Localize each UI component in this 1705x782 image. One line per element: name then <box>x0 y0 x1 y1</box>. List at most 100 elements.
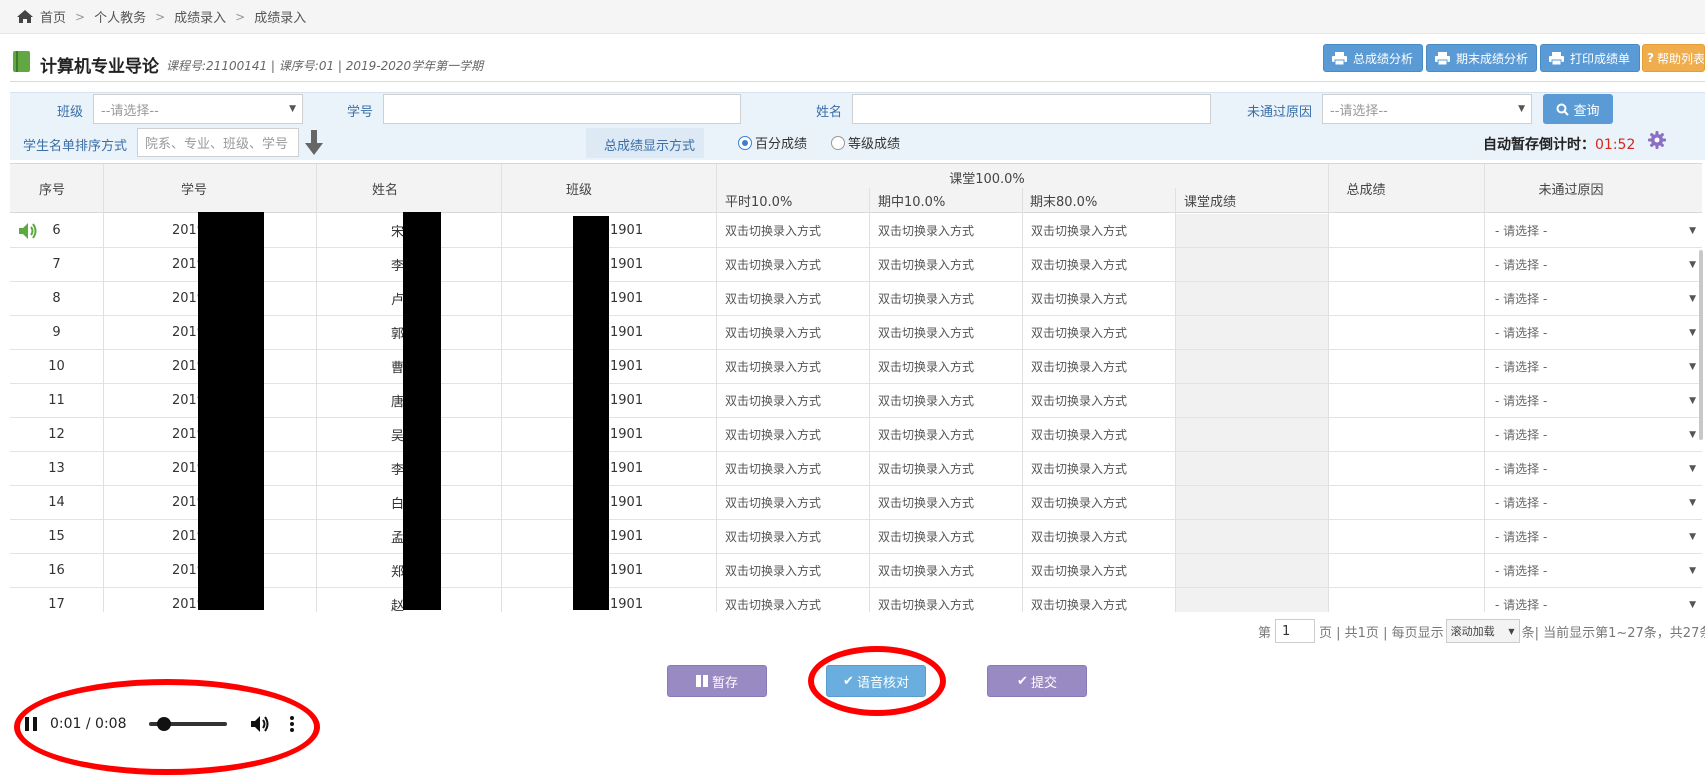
cell-midterm-input[interactable]: 双击切换录入方式 <box>870 452 1022 485</box>
breadcrumb-item-grade-entry[interactable]: 成绩录入 <box>174 7 226 26</box>
cell-final-input[interactable]: 双击切换录入方式 <box>1023 248 1175 281</box>
cell-class: 1901 <box>610 427 644 442</box>
arrow-down-icon[interactable] <box>304 130 324 156</box>
cell-usual-input[interactable]: 双击切换录入方式 <box>717 282 869 315</box>
cell-fail-reason-select[interactable]: - 请选择 - ▼ <box>1485 350 1702 383</box>
cell-midterm-input[interactable]: 双击切换录入方式 <box>870 316 1022 349</box>
cell-fail-reason-select[interactable]: - 请选择 - ▼ <box>1485 486 1702 519</box>
cell-final-input[interactable]: 双击切换录入方式 <box>1023 452 1175 485</box>
cell-usual-input[interactable]: 双击切换录入方式 <box>717 418 869 451</box>
annotation-ellipse-voice-check <box>808 646 946 716</box>
page-number-input[interactable]: 1 <box>1275 619 1316 643</box>
home-icon[interactable] <box>16 9 34 24</box>
cell-final-input[interactable]: 双击切换录入方式 <box>1023 384 1175 417</box>
table-scrollbar[interactable] <box>1699 250 1703 440</box>
submit-button[interactable]: ✔ 提交 <box>987 665 1087 697</box>
cell-class: 1901 <box>610 393 644 408</box>
cell-midterm-input[interactable]: 双击切换录入方式 <box>870 520 1022 553</box>
col-midterm: 期中10.0% <box>878 195 946 210</box>
caret-down-icon: ▼ <box>1689 599 1696 610</box>
radio-percent-label: 百分成绩 <box>755 137 808 152</box>
cell-final-input[interactable]: 双击切换录入方式 <box>1023 282 1175 315</box>
cell-midterm-input[interactable]: 双击切换录入方式 <box>870 248 1022 281</box>
cell-fail-reason-select[interactable]: - 请选择 - ▼ <box>1485 588 1702 612</box>
query-button[interactable]: 查询 <box>1543 94 1613 124</box>
page-size-select[interactable]: 滚动加载 ▼ <box>1445 619 1520 643</box>
cell-usual-input[interactable]: 双击切换录入方式 <box>717 554 869 587</box>
name-input[interactable] <box>852 94 1211 124</box>
cell-midterm-input[interactable]: 双击切换录入方式 <box>870 282 1022 315</box>
cell-usual-input[interactable]: 双击切换录入方式 <box>717 248 869 281</box>
cell-fail-reason-select[interactable]: - 请选择 - ▼ <box>1485 248 1702 281</box>
cell-usual-input[interactable]: 双击切换录入方式 <box>717 214 869 247</box>
cell-midterm-input[interactable]: 双击切换录入方式 <box>870 486 1022 519</box>
cell-fail-reason-select[interactable]: - 请选择 - ▼ <box>1485 316 1702 349</box>
cell-final-input[interactable]: 双击切换录入方式 <box>1023 520 1175 553</box>
class-filter-select[interactable]: --请选择-- ▼ <box>93 94 303 124</box>
cell-final-input[interactable]: 双击切换录入方式 <box>1023 418 1175 451</box>
cell-midterm-input[interactable]: 双击切换录入方式 <box>870 554 1022 587</box>
cell-no: 17 <box>48 597 65 612</box>
total-analysis-button[interactable]: 总成绩分析 <box>1323 44 1423 72</box>
cell-fail-reason-select[interactable]: - 请选择 - ▼ <box>1485 282 1702 315</box>
fail-reason-filter-select[interactable]: --请选择-- ▼ <box>1322 94 1532 124</box>
cell-usual-input[interactable]: 双击切换录入方式 <box>717 588 869 612</box>
fail-reason-value: - 请选择 - <box>1495 598 1548 612</box>
cell-final-input[interactable]: 双击切换录入方式 <box>1023 350 1175 383</box>
fail-reason-value: - 请选择 - <box>1495 326 1548 340</box>
course-name: 计算机专业导论 <box>40 57 159 77</box>
cell-usual-input[interactable]: 双击切换录入方式 <box>717 316 869 349</box>
save-draft-button[interactable]: 暂存 <box>667 665 767 697</box>
print-sheet-button[interactable]: 打印成绩单 <box>1540 44 1640 72</box>
cell-fail-reason-select[interactable]: - 请选择 - ▼ <box>1485 520 1702 553</box>
cell-usual-input[interactable]: 双击切换录入方式 <box>717 452 869 485</box>
redaction-bar <box>198 212 264 610</box>
cell-midterm-input[interactable]: 双击切换录入方式 <box>870 384 1022 417</box>
cell-final-input[interactable]: 双击切换录入方式 <box>1023 316 1175 349</box>
breadcrumb-item-academic[interactable]: 个人教务 <box>94 7 146 26</box>
cell-class: 1901 <box>610 597 644 612</box>
cell-no: 15 <box>48 529 65 544</box>
final-analysis-button[interactable]: 期末成绩分析 <box>1426 44 1537 72</box>
caret-down-icon: ▼ <box>1508 626 1515 636</box>
cell-class: 1901 <box>610 359 644 374</box>
fail-reason-value: - 请选择 - <box>1495 360 1548 374</box>
autosave-time: 01:52 <box>1595 137 1636 153</box>
cell-final-input[interactable]: 双击切换录入方式 <box>1023 588 1175 612</box>
cell-final-input[interactable]: 双击切换录入方式 <box>1023 486 1175 519</box>
student-id-input[interactable] <box>383 94 741 124</box>
cell-midterm-input[interactable]: 双击切换录入方式 <box>870 418 1022 451</box>
cell-class-score <box>1176 418 1328 451</box>
sort-input[interactable]: 院系、专业、班级、学号 <box>137 128 299 157</box>
help-button[interactable]: ? 帮助列表 <box>1642 44 1705 72</box>
breadcrumb-home[interactable]: 首页 <box>40 7 66 26</box>
cell-fail-reason-select[interactable]: - 请选择 - ▼ <box>1485 384 1702 417</box>
cell-usual-input[interactable]: 双击切换录入方式 <box>717 486 869 519</box>
autosave-label: 自动暂存倒计时： <box>1483 137 1595 153</box>
fail-reason-value: - 请选择 - <box>1495 428 1548 442</box>
cell-no: 11 <box>48 393 65 408</box>
cell-usual-input[interactable]: 双击切换录入方式 <box>717 520 869 553</box>
cell-final-input[interactable]: 双击切换录入方式 <box>1023 214 1175 247</box>
pager-prefix: 第 <box>1258 625 1272 641</box>
total-analysis-label: 总成绩分析 <box>1353 51 1414 66</box>
cell-usual-input[interactable]: 双击切换录入方式 <box>717 350 869 383</box>
cell-fail-reason-select[interactable]: - 请选择 - ▼ <box>1485 452 1702 485</box>
book-icon <box>13 51 30 72</box>
cell-fail-reason-select[interactable]: - 请选择 - ▼ <box>1485 214 1702 247</box>
col-divider <box>501 164 502 612</box>
radio-grade-score[interactable]: 等级成绩 <box>831 133 900 152</box>
cell-fail-reason-select[interactable]: - 请选择 - ▼ <box>1485 554 1702 587</box>
gear-icon[interactable] <box>1648 131 1666 149</box>
fail-reason-value: - 请选择 - <box>1495 564 1548 578</box>
radio-percent-score[interactable]: 百分成绩 <box>738 133 807 152</box>
cell-midterm-input[interactable]: 双击切换录入方式 <box>870 350 1022 383</box>
sort-placeholder: 院系、专业、班级、学号 <box>145 137 289 152</box>
cell-fail-reason-select[interactable]: - 请选择 - ▼ <box>1485 418 1702 451</box>
cell-midterm-input[interactable]: 双击切换录入方式 <box>870 214 1022 247</box>
cell-midterm-input[interactable]: 双击切换录入方式 <box>870 588 1022 612</box>
fail-reason-filter-label: 未通过原因 <box>1247 105 1313 120</box>
cell-final-input[interactable]: 双击切换录入方式 <box>1023 554 1175 587</box>
help-label: 帮助列表 <box>1656 51 1705 66</box>
cell-usual-input[interactable]: 双击切换录入方式 <box>717 384 869 417</box>
